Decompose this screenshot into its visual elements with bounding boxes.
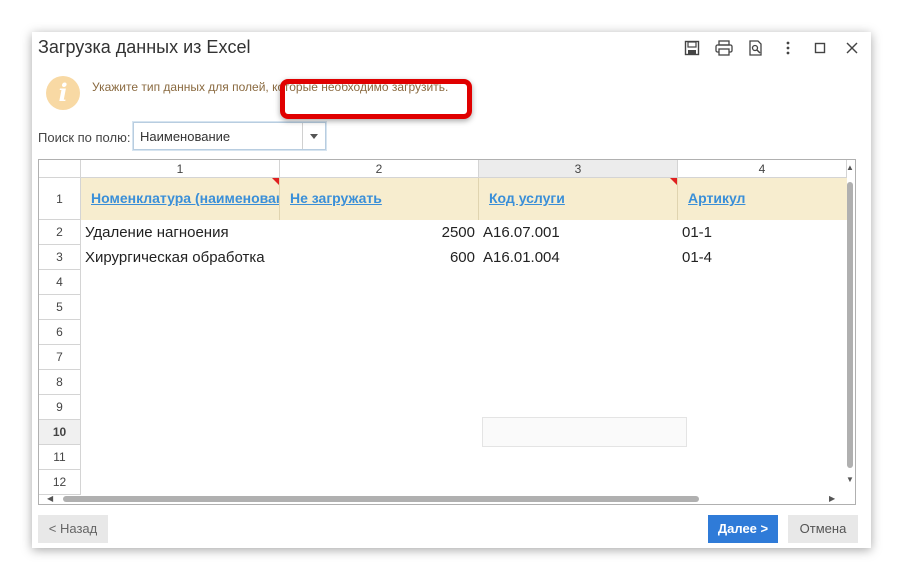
- cancel-button[interactable]: Отмена: [788, 515, 858, 543]
- row-number[interactable]: 9: [39, 395, 81, 420]
- row-number[interactable]: 2: [39, 220, 81, 245]
- table-cell[interactable]: 2500: [282, 220, 475, 245]
- dropdown-button[interactable]: [302, 123, 325, 149]
- info-icon: i: [46, 76, 80, 110]
- info-message: Укажите тип данных для полей, которые не…: [92, 80, 449, 94]
- horizontal-scrollbar[interactable]: ◀ ▶: [39, 494, 847, 504]
- row-number[interactable]: 7: [39, 345, 81, 370]
- save-icon[interactable]: [679, 37, 705, 59]
- grid-corner: [39, 160, 81, 178]
- vertical-scroll-thumb[interactable]: [847, 182, 853, 468]
- comment-marker: [272, 178, 279, 185]
- table-cell[interactable]: 01-4: [682, 245, 845, 270]
- column-number[interactable]: 4: [678, 160, 847, 178]
- column-number-selected[interactable]: 3: [479, 160, 678, 178]
- vertical-scrollbar[interactable]: ▲ ▼: [845, 160, 855, 496]
- import-dialog: Загрузка данных из Excel i Укажите тип д…: [32, 32, 871, 548]
- search-label: Поиск по полю:: [38, 130, 131, 145]
- row-number[interactable]: 11: [39, 445, 81, 470]
- table-cell[interactable]: Удаление нагноения: [85, 220, 278, 245]
- preview-icon[interactable]: [743, 37, 769, 59]
- table-cell[interactable]: 600: [282, 245, 475, 270]
- search-field-value: Наименование: [140, 129, 231, 144]
- header-cell: Код услуги: [479, 178, 678, 220]
- column-type-link[interactable]: Артикул: [688, 190, 745, 206]
- row-number[interactable]: 4: [39, 270, 81, 295]
- next-button[interactable]: Далее >: [708, 515, 778, 543]
- search-field-select[interactable]: Наименование: [133, 122, 326, 150]
- column-number[interactable]: 2: [280, 160, 479, 178]
- scroll-up-icon[interactable]: ▲: [846, 164, 854, 172]
- header-cell: Не загружать: [280, 178, 479, 220]
- row-number[interactable]: 8: [39, 370, 81, 395]
- comment-marker: [670, 178, 677, 185]
- row-number[interactable]: 1: [39, 178, 81, 220]
- print-icon[interactable]: [711, 37, 737, 59]
- scroll-left-icon[interactable]: ◀: [47, 495, 53, 503]
- row-number-selected[interactable]: 10: [39, 420, 81, 445]
- table-cell[interactable]: Хирургическая обработка: [85, 245, 278, 270]
- header-cell: Артикул: [678, 178, 847, 220]
- column-number[interactable]: 1: [81, 160, 280, 178]
- row-number[interactable]: 5: [39, 295, 81, 320]
- horizontal-scroll-thumb[interactable]: [63, 496, 699, 502]
- table-cell[interactable]: 01-1: [682, 220, 845, 245]
- title-toolbar: [679, 37, 865, 59]
- dialog-title: Загрузка данных из Excel: [38, 37, 251, 57]
- spreadsheet-grid[interactable]: 1 2 3 4 1 Номенклатура (наименование) Не…: [38, 159, 856, 505]
- table-cell[interactable]: A16.07.001: [483, 220, 676, 245]
- column-type-link[interactable]: Номенклатура (наименование): [91, 190, 279, 206]
- back-button[interactable]: < Назад: [38, 515, 108, 543]
- table-cell[interactable]: A16.01.004: [483, 245, 676, 270]
- row-number[interactable]: 6: [39, 320, 81, 345]
- header-cell: Номенклатура (наименование): [81, 178, 280, 220]
- more-icon[interactable]: [775, 37, 801, 59]
- column-type-link[interactable]: Не загружать: [290, 190, 382, 206]
- maximize-icon[interactable]: [807, 37, 833, 59]
- cell-cursor-ghost: [482, 417, 687, 447]
- chevron-down-icon: [310, 133, 318, 139]
- row-number[interactable]: 12: [39, 470, 81, 495]
- scroll-down-icon[interactable]: ▼: [846, 476, 854, 484]
- column-type-link[interactable]: Код услуги: [489, 190, 565, 206]
- row-number[interactable]: 3: [39, 245, 81, 270]
- scroll-right-icon[interactable]: ▶: [829, 495, 835, 503]
- close-icon[interactable]: [839, 37, 865, 59]
